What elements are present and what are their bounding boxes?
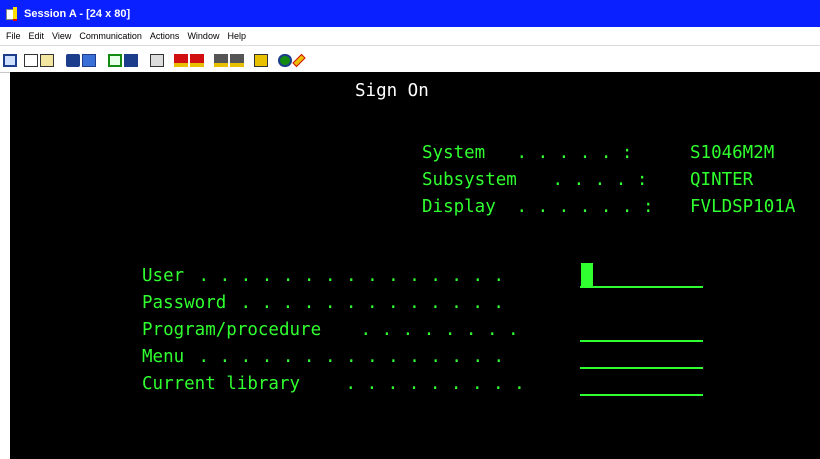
info-display-label: Display xyxy=(422,197,496,217)
info-system-value: S1046M2M xyxy=(690,143,775,163)
window-title: Session A - [24 x 80] xyxy=(24,7,131,20)
library-input-field[interactable] xyxy=(580,394,703,396)
send-icon[interactable] xyxy=(66,54,80,67)
receive-icon[interactable] xyxy=(82,54,96,67)
transfer-send-icon[interactable] xyxy=(214,54,228,67)
menu-file[interactable]: File xyxy=(6,31,21,41)
menu-help[interactable]: Help xyxy=(227,31,246,41)
globe-icon[interactable] xyxy=(278,54,292,67)
field-menu-dots: . . . . . . . . . . . . . . . xyxy=(188,347,505,367)
field-library-label: Current library xyxy=(142,374,301,394)
menu-actions[interactable]: Actions xyxy=(150,31,180,41)
transfer-receive-icon[interactable] xyxy=(230,54,244,67)
screen-title: Sign On xyxy=(355,81,429,101)
info-display-dots: . . . . . . : xyxy=(506,197,654,217)
menu-input-field[interactable] xyxy=(580,367,703,369)
info-system-dots: . . . . . : xyxy=(506,143,633,163)
field-program-label: Program/procedure xyxy=(142,320,322,340)
field-menu-label: Menu xyxy=(142,347,185,367)
toolbar xyxy=(0,45,820,73)
pencil-icon[interactable] xyxy=(292,53,306,68)
user-input-field[interactable] xyxy=(580,286,703,288)
menu-window[interactable]: Window xyxy=(187,31,219,41)
info-subsystem-label: Subsystem xyxy=(422,170,517,190)
field-user-label: User xyxy=(142,266,185,286)
field-program-dots: . . . . . . . . xyxy=(350,320,519,340)
info-display-value: FVLDSP101A xyxy=(690,197,796,217)
menu-communication[interactable]: Communication xyxy=(79,31,142,41)
field-password-label: Password xyxy=(142,293,227,313)
field-library-dots: . . . . . . . . . xyxy=(335,374,525,394)
paste-icon[interactable] xyxy=(40,54,54,67)
program-input-field[interactable] xyxy=(580,340,703,342)
macro-play-icon[interactable] xyxy=(174,54,188,67)
menu-edit[interactable]: Edit xyxy=(29,31,45,41)
macro-record-icon[interactable] xyxy=(150,54,164,67)
text-cursor xyxy=(581,263,593,286)
keypad-icon[interactable] xyxy=(124,54,138,67)
menu-view[interactable]: View xyxy=(52,31,71,41)
print-screen-icon[interactable] xyxy=(3,54,17,67)
display-icon[interactable] xyxy=(108,54,122,67)
macro-stop-icon[interactable] xyxy=(190,54,204,67)
info-system-label: System xyxy=(422,143,486,163)
menu-bar: File Edit View Communication Actions Win… xyxy=(0,27,820,45)
info-subsystem-dots: . . . . : xyxy=(542,170,648,190)
info-subsystem-value: QINTER xyxy=(690,170,754,190)
title-bar: Session A - [24 x 80] xyxy=(0,0,820,27)
field-user-dots: . . . . . . . . . . . . . . . xyxy=(188,266,505,286)
terminal-screen[interactable]: Sign On System . . . . . : S1046M2M Subs… xyxy=(10,72,820,459)
field-password-dots: . . . . . . . . . . . . . xyxy=(230,293,504,313)
copy-icon[interactable] xyxy=(24,54,38,67)
app-icon[interactable] xyxy=(6,6,20,21)
clipboard-icon[interactable] xyxy=(254,54,268,67)
